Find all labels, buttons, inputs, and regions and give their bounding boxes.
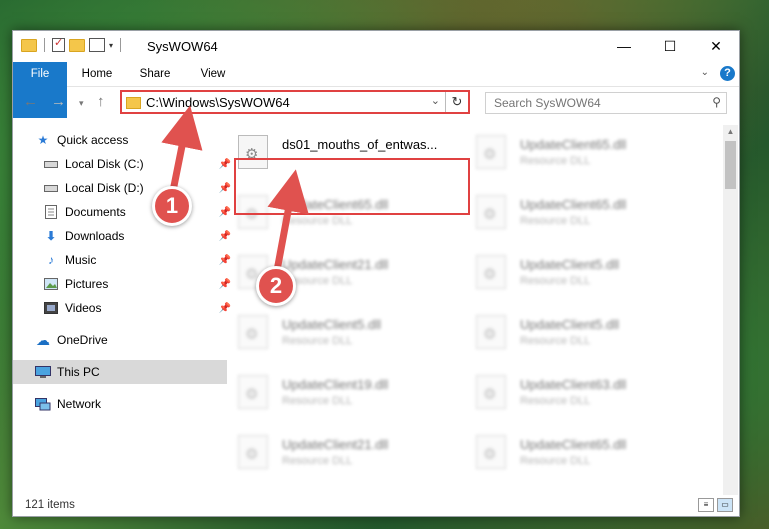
arrow-to-file xyxy=(267,169,309,280)
step-1-badge: 1 xyxy=(152,186,192,226)
step-2-badge: 2 xyxy=(256,266,296,306)
annotation-arrows xyxy=(161,105,309,280)
